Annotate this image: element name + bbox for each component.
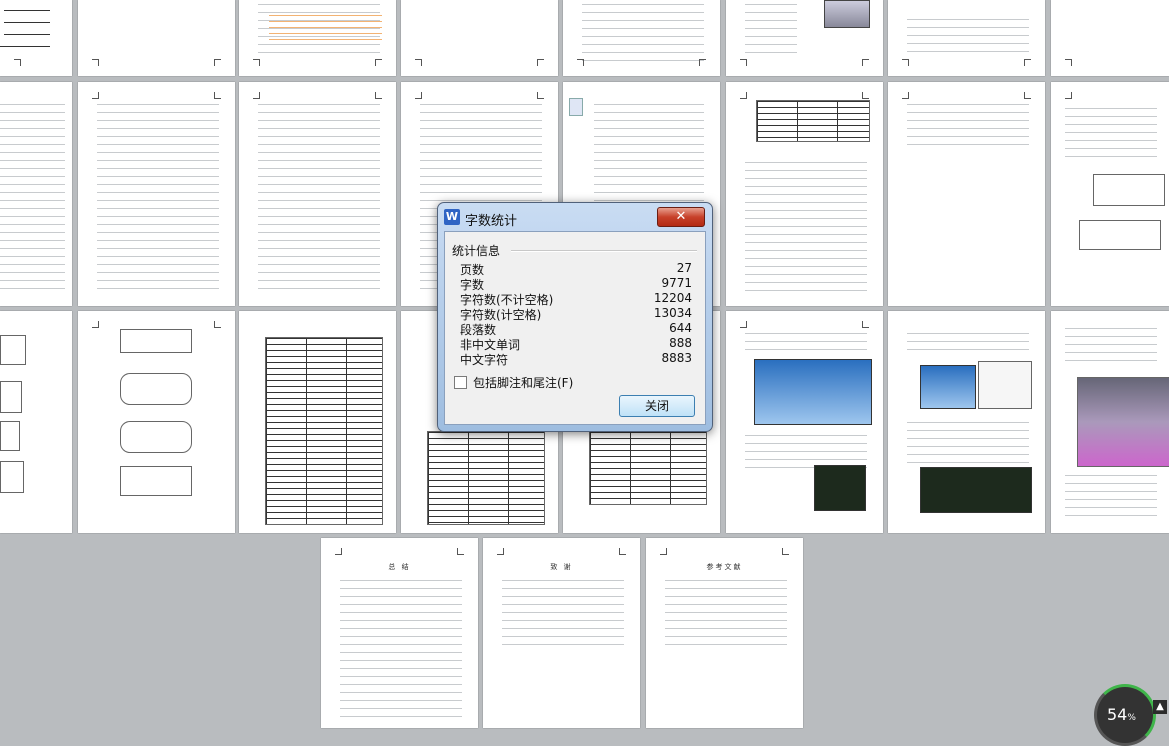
document-page[interactable] xyxy=(1051,0,1169,76)
document-page[interactable] xyxy=(78,82,235,306)
document-page[interactable] xyxy=(1051,82,1169,306)
arrow-up-icon[interactable]: ▲ xyxy=(1153,700,1167,714)
word-count-dialog: W 字数统计 ✕ 统计信息 页数 27 字数 9771 字符数(不计空格) 12… xyxy=(437,202,713,432)
stat-value: 8883 xyxy=(661,351,692,365)
include-footnotes-checkbox[interactable]: 包括脚注和尾注(F) xyxy=(454,374,573,391)
stat-row-chars-with-spaces: 字符数(计空格) 13034 xyxy=(460,306,692,322)
stat-value: 644 xyxy=(669,321,692,335)
document-page-figures[interactable] xyxy=(0,311,72,533)
document-page-screenshots[interactable] xyxy=(1051,311,1169,533)
document-page-figures[interactable] xyxy=(78,311,235,533)
stats-group-label: 统计信息 xyxy=(452,244,501,258)
page-heading: 致 谢 xyxy=(550,563,573,571)
stat-row-words: 字数 9771 xyxy=(460,276,692,292)
gauge-value: 54 xyxy=(1107,705,1128,724)
stat-row-paragraphs: 段落数 644 xyxy=(460,321,692,337)
stat-label: 中文字符 xyxy=(460,353,509,367)
document-page-references[interactable]: 参考文献 xyxy=(646,538,803,728)
page-heading: 总 结 xyxy=(388,563,411,571)
checkbox-box[interactable] xyxy=(454,376,467,389)
document-page-screenshots[interactable] xyxy=(888,311,1045,533)
document-page[interactable] xyxy=(888,82,1045,306)
page-heading: 参考文献 xyxy=(706,563,743,571)
gauge-unit: % xyxy=(1127,713,1136,723)
stat-value: 9771 xyxy=(661,276,692,290)
document-page[interactable] xyxy=(726,82,883,306)
progress-gauge[interactable]: 54% xyxy=(1094,684,1156,746)
stat-row-non-chinese-words: 非中文单词 888 xyxy=(460,336,692,352)
wps-writer-icon: W xyxy=(444,209,460,225)
close-button[interactable]: 关闭 xyxy=(619,395,695,417)
document-page-screenshots[interactable] xyxy=(726,311,883,533)
document-page-summary[interactable]: 总 结 xyxy=(321,538,478,728)
document-page[interactable] xyxy=(563,0,720,76)
document-page[interactable] xyxy=(78,0,235,76)
dialog-title-bar[interactable]: W 字数统计 ✕ xyxy=(438,203,712,231)
document-page[interactable] xyxy=(239,82,396,306)
stat-row-chars-no-spaces: 字符数(不计空格) 12204 xyxy=(460,291,692,307)
dialog-title: 字数统计 xyxy=(465,214,518,229)
document-page-toc[interactable] xyxy=(239,0,396,76)
group-divider xyxy=(511,250,697,252)
document-page[interactable] xyxy=(401,0,558,76)
stat-row-pages: 页数 27 xyxy=(460,261,692,277)
document-page[interactable] xyxy=(888,0,1045,76)
stat-value: 27 xyxy=(676,261,692,275)
stat-value: 888 xyxy=(669,336,692,350)
stat-value: 13034 xyxy=(653,306,692,320)
checkbox-label: 包括脚注和尾注(F) xyxy=(473,376,574,390)
document-page[interactable] xyxy=(0,0,72,76)
document-page-thanks[interactable]: 致 谢 xyxy=(483,538,640,728)
stat-row-chinese-chars: 中文字符 8883 xyxy=(460,351,692,367)
dialog-body: 统计信息 页数 27 字数 9771 字符数(不计空格) 12204 字符数(计… xyxy=(444,231,706,425)
document-page[interactable] xyxy=(726,0,883,76)
document-icon xyxy=(569,98,583,116)
close-icon[interactable]: ✕ xyxy=(657,207,705,227)
document-page-table[interactable] xyxy=(239,311,396,533)
document-page[interactable] xyxy=(0,82,72,306)
stat-value: 12204 xyxy=(653,291,692,305)
